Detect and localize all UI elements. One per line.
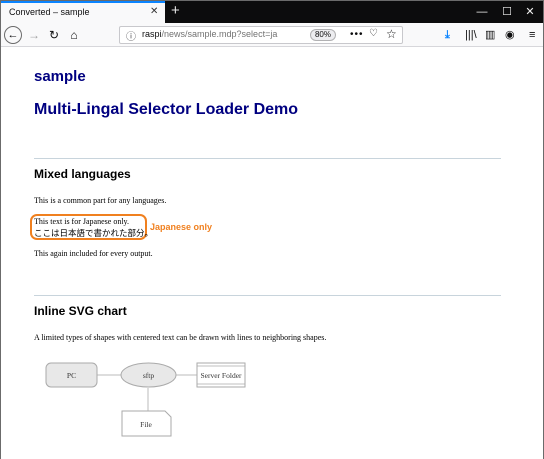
account-icon[interactable]: ◉ — [505, 28, 515, 42]
reload-icon[interactable]: ↻ — [47, 26, 61, 44]
zoom-badge[interactable]: 80% — [310, 29, 336, 41]
download-icon[interactable]: ⤓ — [445, 28, 450, 42]
inline-svg-chart: PC sftp Server Folder File — [45, 362, 246, 437]
forward-icon[interactable]: → — [27, 26, 41, 44]
divider — [34, 295, 501, 296]
node-file-label: File — [140, 420, 152, 429]
node-server-folder-label: Server Folder — [200, 371, 242, 380]
japanese-only-text-ja: ここは日本語で書かれた部分。 — [34, 229, 154, 239]
tab-title: Converted – sample — [9, 7, 90, 17]
page-content: sample Multi-Lingal Selector Loader Demo… — [1, 48, 543, 459]
page-actions-icon[interactable]: ••• — [350, 29, 364, 40]
chart-description: A limited types of shapes with centered … — [34, 333, 327, 342]
sidebar-icon[interactable]: ▥ — [485, 28, 495, 42]
window-close-icon[interactable]: ✕ — [517, 1, 543, 23]
url-text[interactable]: raspi/news/sample.mdp?select=ja — [142, 29, 277, 39]
page-heading: Multi-Lingal Selector Loader Demo — [34, 101, 299, 118]
page-title: sample — [34, 68, 86, 85]
again-text: This again included for every output. — [34, 249, 153, 258]
tab-close-icon[interactable]: ✕ — [150, 6, 158, 18]
bookmark-star-icon[interactable]: ☆ — [386, 27, 397, 41]
home-icon[interactable]: ⌂ — [67, 26, 81, 44]
section-heading-svg-chart: Inline SVG chart — [34, 304, 127, 318]
section-heading-mixed-languages: Mixed languages — [34, 167, 131, 181]
info-icon[interactable]: ⓘ — [126, 28, 136, 43]
menu-icon[interactable]: ≡ — [529, 28, 535, 42]
pocket-icon[interactable]: ♡ — [369, 28, 378, 39]
divider — [34, 158, 501, 159]
common-text: This is a common part for any languages. — [34, 196, 167, 205]
new-tab-icon[interactable]: + — [171, 2, 180, 20]
url-path: /news/sample.mdp?select=ja — [161, 29, 278, 39]
url-host: raspi — [142, 29, 162, 39]
node-sftp-label: sftp — [143, 371, 155, 380]
japanese-only-annotation: Japanese only — [150, 222, 213, 232]
tab-bar: Converted – sample ✕ + — ☐ ✕ — [1, 1, 543, 23]
url-bar[interactable]: ⓘ raspi/news/sample.mdp?select=ja 80% ••… — [119, 26, 403, 44]
browser-window: Converted – sample ✕ + — ☐ ✕ ← → ↻ ⌂ ⓘ r… — [0, 0, 544, 459]
back-icon[interactable]: ← — [4, 26, 22, 44]
node-pc-label: PC — [67, 371, 76, 380]
library-icon[interactable]: |||\ — [465, 28, 477, 42]
navigation-toolbar: ← → ↻ ⌂ ⓘ raspi/news/sample.mdp?select=j… — [1, 23, 543, 47]
japanese-only-text-en: This text is for Japanese only. — [34, 217, 130, 226]
tab-active[interactable]: Converted – sample ✕ — [1, 1, 165, 23]
